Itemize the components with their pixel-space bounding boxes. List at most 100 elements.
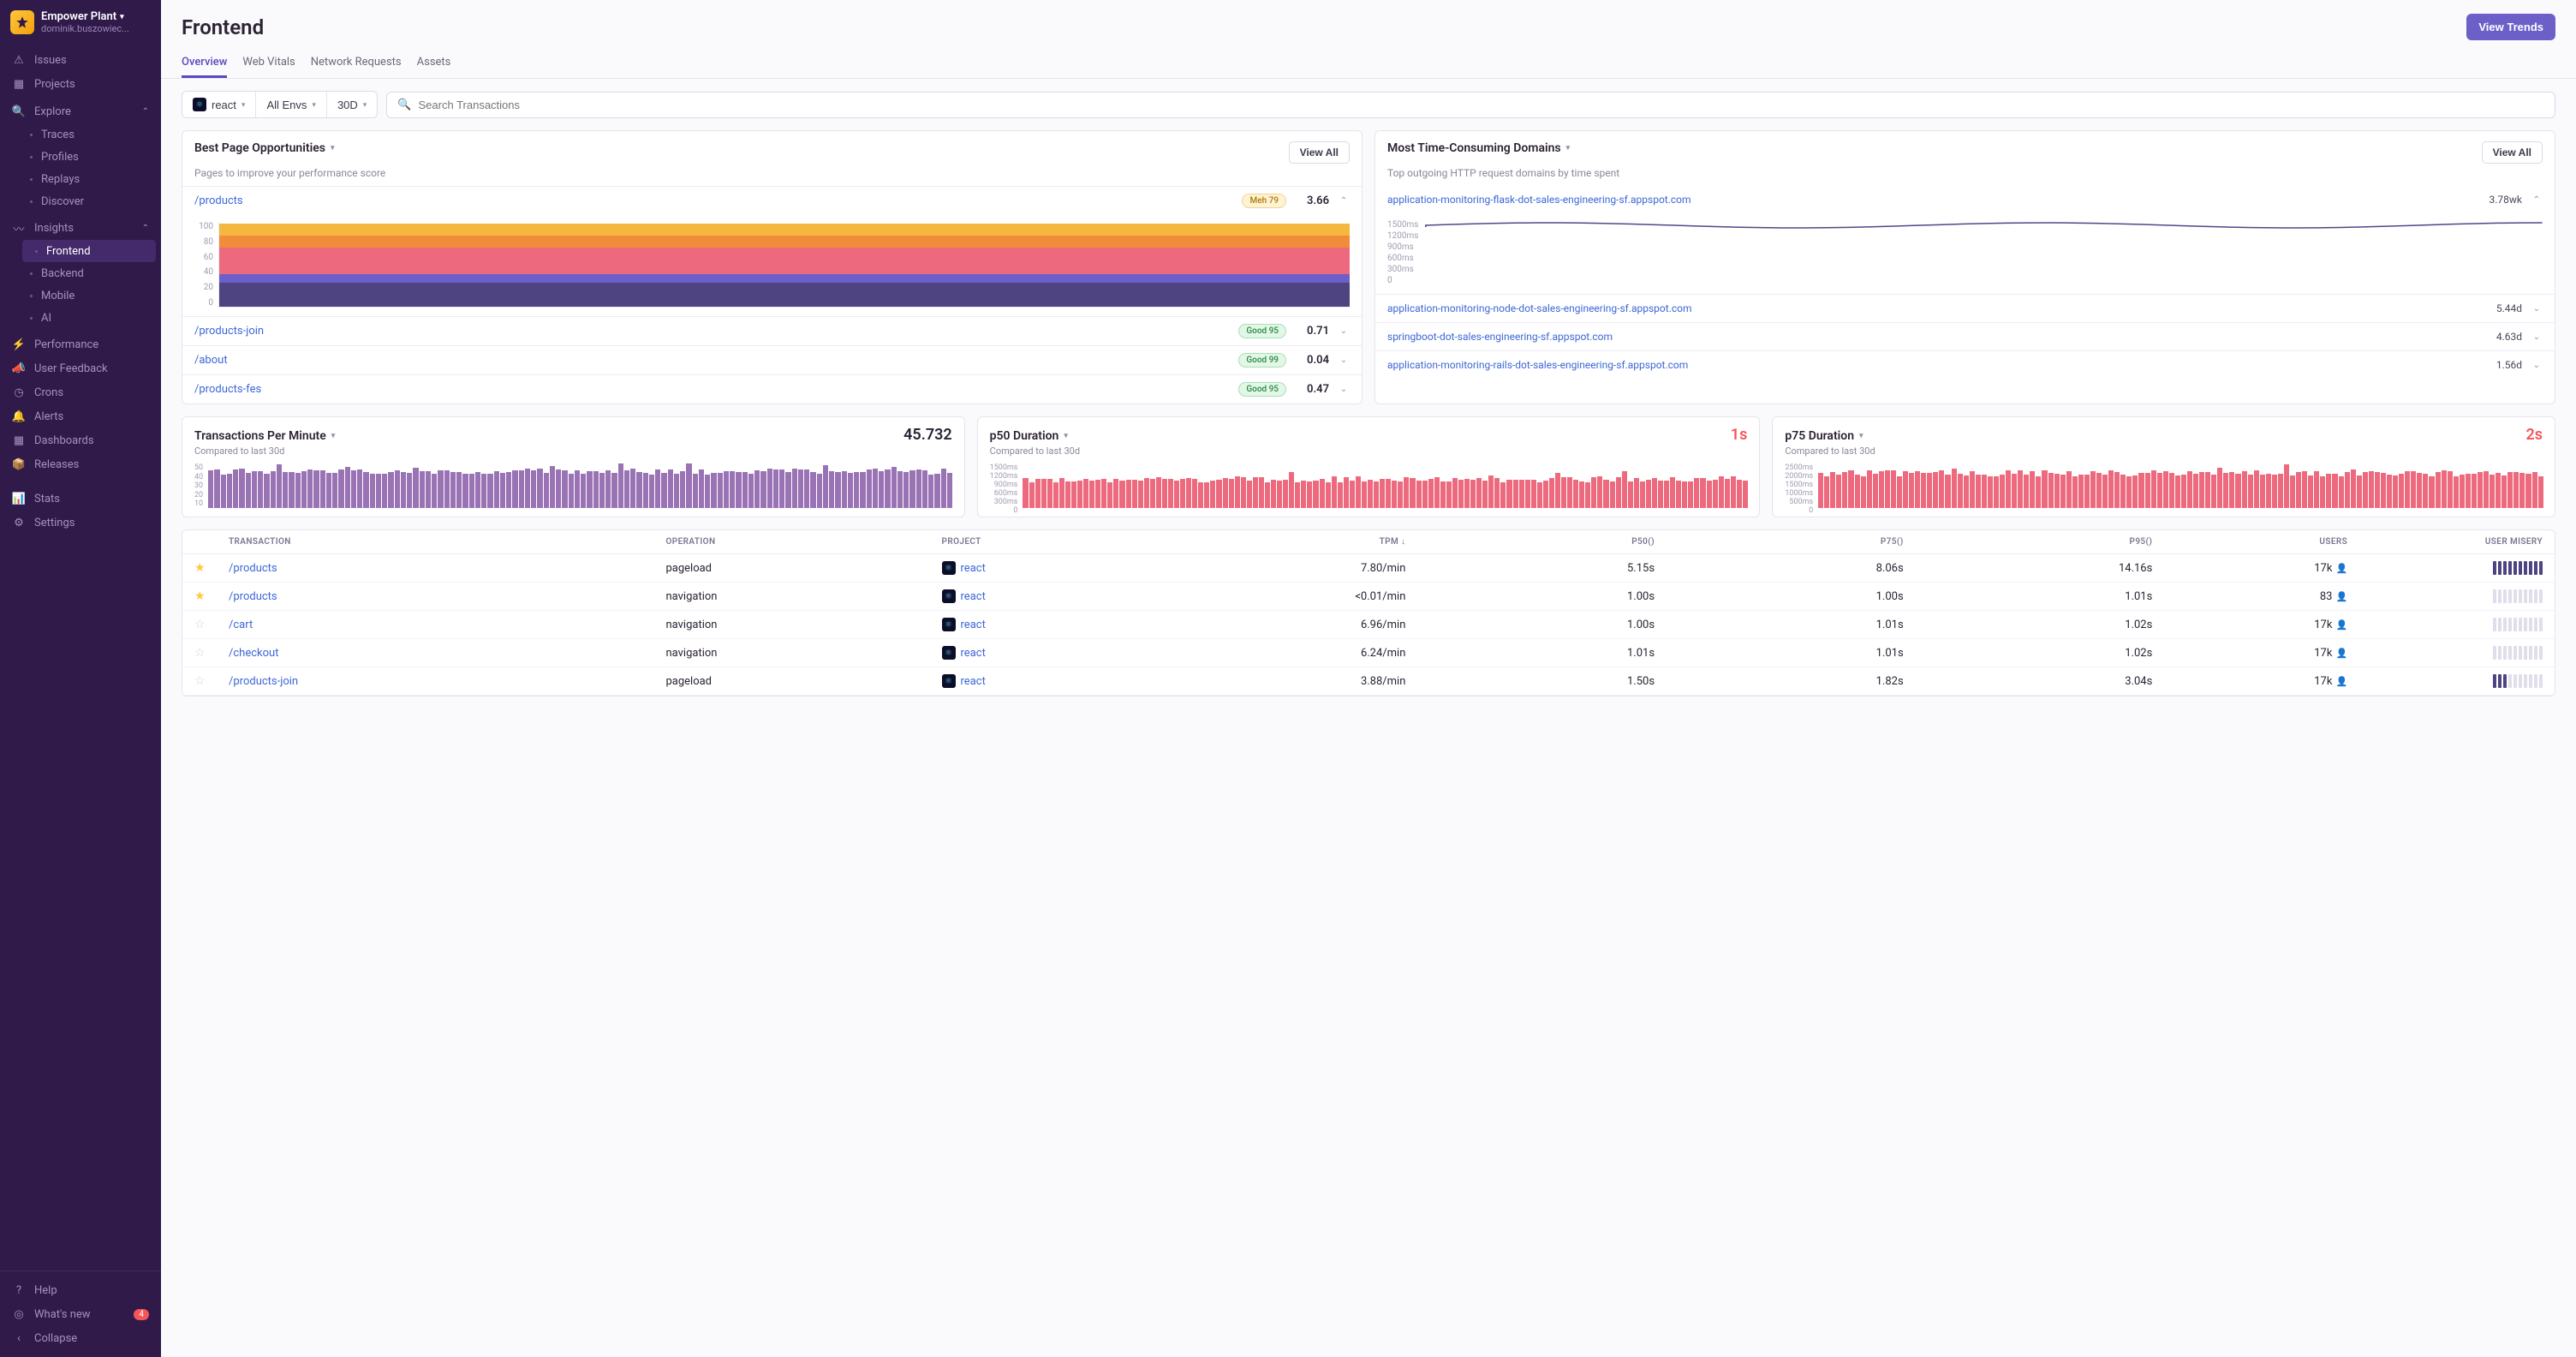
table-header[interactable]: PROJECT <box>942 537 1157 547</box>
view-all-button[interactable]: View All <box>2482 141 2543 164</box>
user-misery-bar <box>2354 646 2543 660</box>
sidebar-item-projects[interactable]: ▦Projects <box>0 72 161 96</box>
tab-web-vitals[interactable]: Web Vitals <box>242 49 295 78</box>
table-header[interactable]: P95() <box>1911 537 2153 547</box>
panel-title[interactable]: Best Page Opportunities ▾ <box>194 141 335 155</box>
operation-cell: pageload <box>665 675 934 688</box>
tpm-cell: 3.88/min <box>1164 675 1406 688</box>
domain-row[interactable]: application-monitoring-node-dot-sales-en… <box>1375 294 2555 322</box>
opportunity-link[interactable]: /products-fes <box>194 383 261 396</box>
sidebar-item-issues[interactable]: ⚠Issues <box>0 48 161 72</box>
sidebar-item-dashboards[interactable]: ▦Dashboards <box>0 428 161 452</box>
transaction-link[interactable]: /checkout <box>229 647 278 660</box>
sidebar-item-what's-new[interactable]: ◎What's new4 <box>0 1302 161 1326</box>
metric-title[interactable]: p75 Duration ▾ <box>1785 429 1863 443</box>
table-header[interactable]: TPM ↓ <box>1164 537 1406 547</box>
sidebar-item-releases[interactable]: 📦Releases <box>0 452 161 476</box>
project-filter[interactable]: react ▾ <box>182 92 256 117</box>
transaction-link[interactable]: /products <box>229 590 277 603</box>
domain-link[interactable]: application-monitoring-rails-dot-sales-e… <box>1387 359 2488 371</box>
search-field[interactable] <box>419 99 2544 111</box>
sidebar-item-performance[interactable]: ⚡Performance <box>0 332 161 356</box>
star-icon[interactable]: ☆ <box>194 646 206 660</box>
sidebar-item-frontend[interactable]: Frontend <box>22 240 156 262</box>
sidebar-item-collapse[interactable]: ‹Collapse <box>0 1326 161 1350</box>
table-header[interactable]: P50() <box>1412 537 1655 547</box>
domain-row[interactable]: application-monitoring-rails-dot-sales-e… <box>1375 350 2555 379</box>
table-header[interactable]: USER MISERY <box>2354 537 2543 547</box>
project-link[interactable]: react <box>961 590 986 603</box>
dot-icon <box>34 244 38 258</box>
sidebar-item-replays[interactable]: Replays <box>17 168 161 190</box>
sidebar-item-alerts[interactable]: 🔔Alerts <box>0 404 161 428</box>
sidebar-item-mobile[interactable]: Mobile <box>17 284 161 307</box>
react-icon <box>942 618 956 631</box>
badge: 4 <box>134 1309 149 1320</box>
sidebar-item-crons[interactable]: ◷Crons <box>0 380 161 404</box>
opportunity-row[interactable]: /products Meh 79 3.66 ⌃100806040200 <box>182 186 1362 316</box>
opportunity-value: 3.66 <box>1295 194 1329 207</box>
table-header[interactable]: TRANSACTION <box>229 537 659 547</box>
domain-row[interactable]: application-monitoring-flask-dot-sales-e… <box>1375 186 2555 213</box>
search-icon: 🔍 <box>397 99 411 111</box>
project-link[interactable]: react <box>961 619 986 631</box>
star-icon[interactable]: ★ <box>194 589 206 603</box>
user-icon: 👤 <box>2335 676 2347 687</box>
sidebar-explore[interactable]: 🔍 Explore ⌃ <box>0 99 161 123</box>
metric-title[interactable]: p50 Duration ▾ <box>990 429 1068 443</box>
domain-link[interactable]: application-monitoring-node-dot-sales-en… <box>1387 302 2488 314</box>
opportunity-row[interactable]: /products-join Good 95 0.71 ⌄ <box>182 316 1362 345</box>
opportunity-row[interactable]: /products-fes Good 95 0.47 ⌄ <box>182 374 1362 404</box>
view-trends-button[interactable]: View Trends <box>2466 14 2555 40</box>
table-header[interactable]: OPERATION <box>665 537 934 547</box>
project-link[interactable]: react <box>961 647 986 660</box>
org-switcher[interactable]: Empower Plant▾ dominik.buszowiec... <box>0 0 161 41</box>
nav-label: What's new <box>34 1308 91 1321</box>
sidebar-item-ai[interactable]: AI <box>17 307 161 329</box>
table-header[interactable]: USERS <box>2159 537 2347 547</box>
transaction-link[interactable]: /products <box>229 562 277 575</box>
nav-label: Backend <box>41 267 84 280</box>
sidebar-item-traces[interactable]: Traces <box>17 123 161 146</box>
opportunity-link[interactable]: /products-join <box>194 325 264 338</box>
opportunity-link[interactable]: /products <box>194 194 243 207</box>
sidebar-item-settings[interactable]: ⚙Settings <box>0 511 161 535</box>
table-row: ☆/cartnavigationreact6.96/min1.00s1.01s1… <box>182 611 2555 639</box>
metric-value: 45.732 <box>903 426 952 444</box>
opportunity-value: 0.47 <box>1295 383 1329 396</box>
sidebar-item-user-feedback[interactable]: 📣User Feedback <box>0 356 161 380</box>
star-icon[interactable]: ★ <box>194 561 206 575</box>
tab-network-requests[interactable]: Network Requests <box>311 49 402 78</box>
domain-row[interactable]: springboot-dot-sales-engineering-sf.apps… <box>1375 322 2555 350</box>
opportunity-link[interactable]: /about <box>194 354 228 367</box>
sidebar-item-backend[interactable]: Backend <box>17 262 161 284</box>
metric-title[interactable]: Transactions Per Minute ▾ <box>194 429 335 443</box>
domain-link[interactable]: springboot-dot-sales-engineering-sf.apps… <box>1387 331 2488 343</box>
view-all-button[interactable]: View All <box>1289 141 1350 164</box>
table-header[interactable]: P75() <box>1661 537 1904 547</box>
clock-icon: ◷ <box>12 386 26 399</box>
project-link[interactable]: react <box>961 675 986 688</box>
star-icon[interactable]: ☆ <box>194 618 206 631</box>
period-filter[interactable]: 30D ▾ <box>327 92 377 117</box>
sidebar-item-profiles[interactable]: Profiles <box>17 146 161 168</box>
star-icon[interactable]: ☆ <box>194 674 206 688</box>
sidebar-item-help[interactable]: ?Help <box>0 1278 161 1302</box>
transaction-link[interactable]: /products-join <box>229 675 298 688</box>
panel-title[interactable]: Most Time-Consuming Domains ▾ <box>1387 141 1570 155</box>
env-filter[interactable]: All Envs ▾ <box>256 92 327 117</box>
opportunity-row[interactable]: /about Good 99 0.04 ⌄ <box>182 345 1362 374</box>
logo <box>10 10 34 34</box>
chevron-down-icon: ▾ <box>363 100 367 110</box>
tab-assets[interactable]: Assets <box>417 49 451 78</box>
domain-link[interactable]: application-monitoring-flask-dot-sales-e… <box>1387 194 2481 206</box>
metric-sub: Compared to last 30d <box>1785 445 2543 457</box>
tab-overview[interactable]: Overview <box>182 49 227 78</box>
sidebar-item-stats[interactable]: 📊Stats <box>0 487 161 511</box>
project-link[interactable]: react <box>961 562 986 575</box>
search-input[interactable]: 🔍 <box>386 92 2555 118</box>
sidebar-item-discover[interactable]: Discover <box>17 190 161 212</box>
users-cell: 83👤 <box>2159 590 2347 603</box>
transaction-link[interactable]: /cart <box>229 619 253 631</box>
sidebar-insights[interactable]: 〰 Insights ⌃ <box>0 216 161 240</box>
